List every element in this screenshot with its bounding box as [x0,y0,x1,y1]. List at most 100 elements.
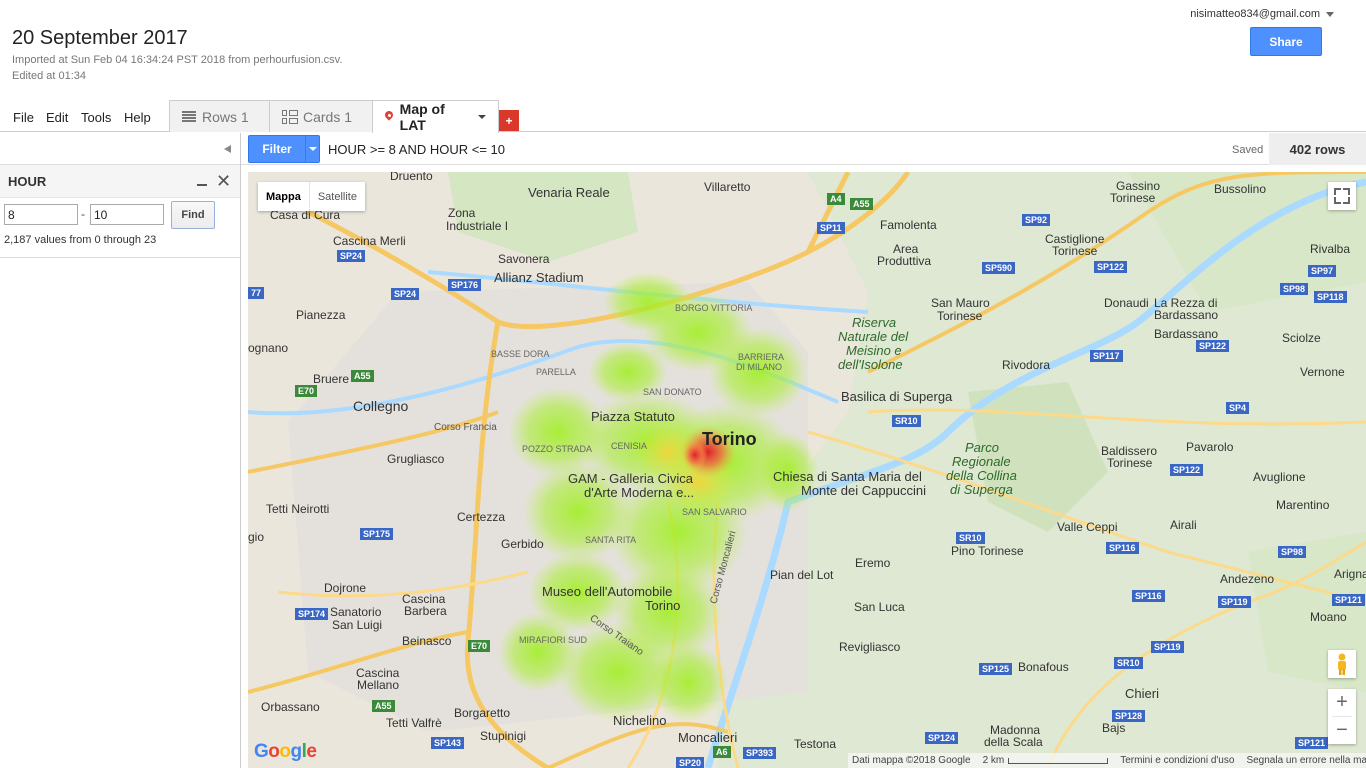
account-menu[interactable]: nisimatteo834@gmail.com [1190,8,1334,20]
road-shield: SP121 [1332,594,1366,606]
fullscreen-icon [1334,197,1341,204]
road-shield: SP125 [979,663,1013,675]
road-shield: SP118 [1314,291,1347,303]
list-icon [182,111,196,122]
road-shield: SP128 [1112,710,1146,722]
tab-map[interactable]: Map of LAT [372,100,499,133]
road-shields: A4 A55 SP11 SP92 SP24 SP24 SP176 SP590 S… [248,172,1366,768]
collapse-sidebar-icon[interactable] [224,145,231,153]
filter-button[interactable]: Filter [248,135,320,163]
tab-cards-label: Cards 1 [303,108,353,125]
import-info: Imported at Sun Feb 04 16:34:24 PST 2018… [12,54,343,66]
road-shield: SR10 [892,415,921,427]
road-shield: SP124 [925,732,959,744]
google-logo[interactable]: Google [254,741,317,763]
road-shield: A55 [850,198,873,210]
road-shield: SP11 [817,222,845,234]
pegman-icon [1338,653,1346,675]
road-shield: SP122 [1196,340,1230,352]
cards-icon [282,109,298,124]
filter-column-name: HOUR [8,174,47,189]
map-type-map-button[interactable]: Mappa [258,182,309,211]
close-icon[interactable]: ✕ [216,172,231,190]
road-shield: SP175 [360,528,394,540]
road-shield: SP24 [337,250,366,262]
tab-cards[interactable]: Cards 1 [269,100,373,132]
fullscreen-icon [1343,188,1350,195]
minimize-icon[interactable] [197,184,207,186]
scale-bar [1008,757,1109,764]
chevron-down-icon[interactable] [309,147,317,151]
road-shield: SP98 [1280,283,1309,295]
road-shield: E70 [468,640,491,652]
road-shield: SR10 [956,532,985,544]
filter-card-header: HOUR ✕ [0,165,240,198]
row-count: 402 rows [1269,133,1366,165]
menu-help[interactable]: Help [124,110,151,125]
filter-bar: Filter HOUR >= 8 AND HOUR <= 10 Saved 40… [241,133,1366,165]
road-shield: SP176 [448,279,482,291]
road-shield: SP4 [1226,402,1250,414]
road-shield: 77 [248,287,265,299]
map-data-credit[interactable]: Dati mappa ©2018 Google [852,755,971,766]
fullscreen-icon [1334,188,1341,195]
tab-map-label: Map of LAT [399,101,445,133]
map-canvas[interactable]: Torino Venaria Reale Villaretto Gassino … [248,172,1366,768]
road-shield: A6 [713,746,731,758]
filter-button-label: Filter [262,142,292,156]
scale-label: 2 km [982,755,1005,766]
button-divider [305,136,306,162]
filter-sidebar: HOUR ✕ - Find 2,187 values from 0 throug… [0,133,241,768]
account-email: nisimatteo834@gmail.com [1190,8,1320,20]
road-shield: SP393 [743,747,777,759]
street-view-pegman[interactable] [1328,650,1356,678]
range-max-input[interactable] [90,204,164,225]
road-shield: SR10 [1114,657,1143,669]
road-shield: SP116 [1132,590,1165,602]
edited-info: Edited at 01:34 [12,70,87,82]
road-shield: SP122 [1170,464,1204,476]
chevron-down-icon [1326,11,1334,17]
road-shield: SP174 [295,608,329,620]
fullscreen-icon [1343,197,1350,204]
road-shield: SP97 [1308,265,1337,277]
menu-file[interactable]: File [13,110,34,125]
road-shield: SP117 [1090,350,1123,362]
range-summary: 2,187 values from 0 through 23 [4,234,157,246]
road-shield: SP119 [1151,641,1184,653]
road-shield: A55 [372,700,395,712]
fullscreen-button[interactable] [1328,182,1356,210]
range-separator: - [81,207,85,221]
terms-link[interactable]: Termini e condizioni d'uso [1120,755,1234,766]
road-shield: E70 [295,385,318,397]
map-scale[interactable]: 2 km [983,755,1109,766]
zoom-out-button[interactable]: − [1328,717,1356,744]
map-type-satellite-button[interactable]: Satellite [308,182,365,211]
zoom-in-button[interactable]: + [1328,689,1356,716]
road-shield: A55 [351,370,374,382]
road-shield: SP119 [1218,596,1251,608]
menu-edit[interactable]: Edit [46,110,68,125]
share-button[interactable]: Share [1250,27,1322,56]
map-pin-icon [385,111,394,123]
road-shield: SP24 [391,288,420,300]
tab-rows[interactable]: Rows 1 [169,100,270,132]
menu-tools[interactable]: Tools [81,110,111,125]
add-tab-button[interactable]: + [499,110,519,131]
road-shield: SP92 [1022,214,1051,226]
chevron-down-icon[interactable] [478,115,486,119]
hour-filter-card: HOUR ✕ - Find 2,187 values from 0 throug… [0,164,240,258]
tab-rows-label: Rows 1 [202,108,249,125]
road-shield: A4 [827,193,845,205]
report-error-link[interactable]: Segnala un errore nella mappa [1246,755,1366,766]
map-attribution: Dati mappa ©2018 Google 2 km Termini e c… [848,753,1366,768]
find-button[interactable]: Find [171,201,215,229]
road-shield: SP143 [431,737,465,749]
filter-condition[interactable]: HOUR >= 8 AND HOUR <= 10 [328,142,505,157]
save-status: Saved [1232,144,1264,156]
range-min-input[interactable] [4,204,78,225]
zoom-control: + − [1328,689,1356,744]
road-shield: SP98 [1278,546,1307,558]
road-shield: SP20 [676,757,705,768]
document-title[interactable]: 20 September 2017 [12,27,188,50]
